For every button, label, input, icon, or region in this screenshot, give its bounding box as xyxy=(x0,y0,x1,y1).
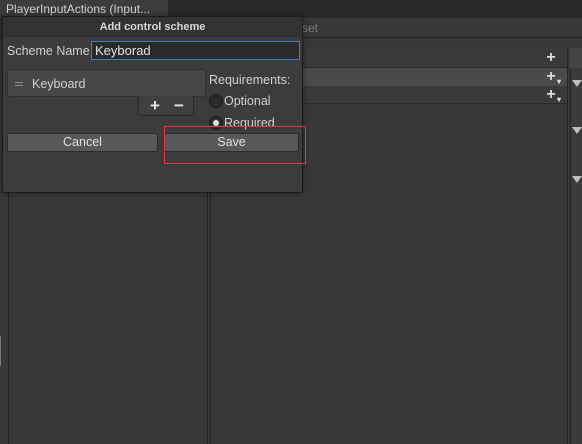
scheme-name-label: Scheme Name xyxy=(7,44,90,58)
dropdown-arrow-icon: ▾ xyxy=(556,95,561,104)
remove-device-button[interactable]: − xyxy=(169,96,189,116)
toolbar-asset-label[interactable]: set xyxy=(302,18,318,38)
save-highlight-annotation xyxy=(164,126,306,164)
dropdown-arrow-icon: ▾ xyxy=(556,77,561,86)
foldout-triangle-icon[interactable] xyxy=(572,176,582,183)
add-binding-button-2[interactable]: + ▾ xyxy=(544,86,561,104)
dialog-title: Add control scheme xyxy=(3,17,302,37)
scheme-name-input[interactable] xyxy=(91,41,300,60)
plus-icon: + xyxy=(546,49,556,66)
optional-radio-label: Optional xyxy=(224,94,271,108)
foldout-triangle-icon[interactable] xyxy=(572,127,582,134)
properties-panel xyxy=(570,48,582,444)
add-device-button[interactable]: + xyxy=(145,96,165,116)
device-list-footer: + − xyxy=(138,96,194,116)
cancel-button[interactable]: Cancel xyxy=(7,133,158,152)
device-list: Keyboard xyxy=(7,69,206,97)
toolbar-asset-strip xyxy=(302,18,582,38)
optional-radio[interactable] xyxy=(209,94,223,108)
add-binding-button[interactable]: + ▾ xyxy=(544,68,561,86)
device-list-item-keyboard[interactable]: Keyboard xyxy=(32,77,86,91)
plus-icon: + xyxy=(546,68,556,85)
add-control-scheme-dialog: Add control scheme Scheme Name Keyboard … xyxy=(2,16,303,193)
properties-panel-header xyxy=(570,48,582,68)
plus-icon: + xyxy=(546,86,556,103)
requirements-label: Requirements: xyxy=(209,73,291,87)
drag-handle-icon[interactable] xyxy=(15,82,23,86)
add-action-button[interactable]: + xyxy=(544,49,558,66)
foldout-triangle-icon[interactable] xyxy=(572,80,582,87)
panel-resize-handle[interactable] xyxy=(0,336,3,366)
